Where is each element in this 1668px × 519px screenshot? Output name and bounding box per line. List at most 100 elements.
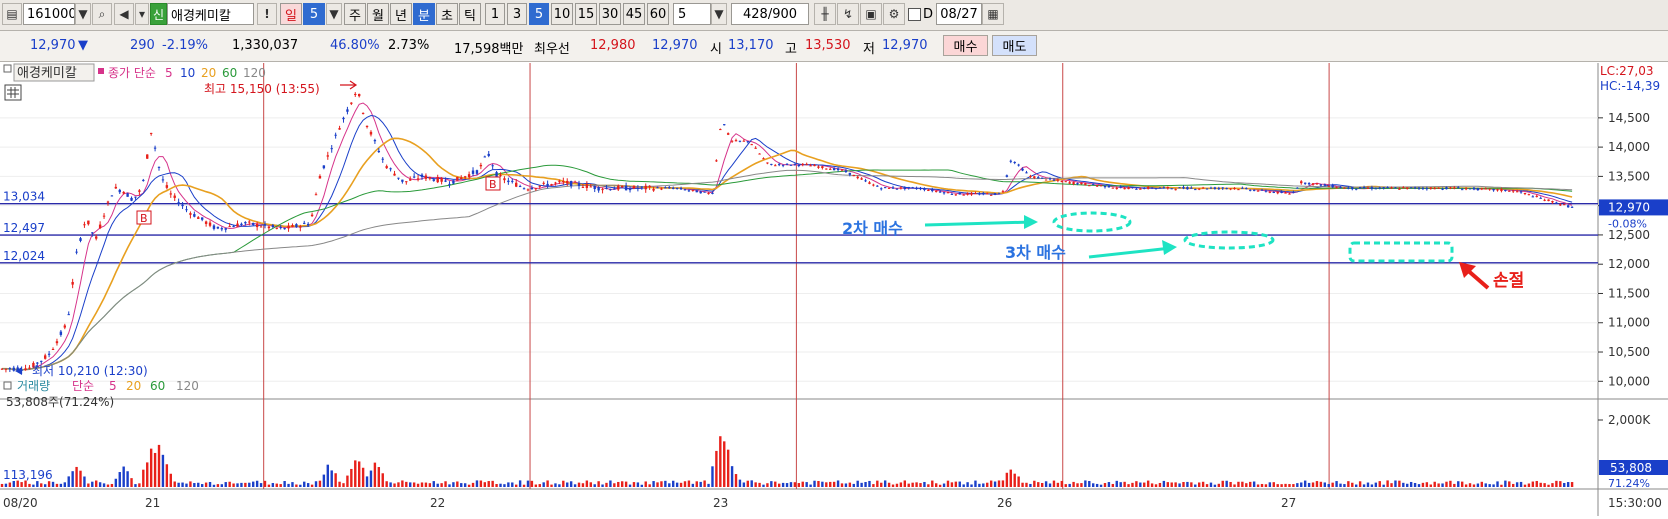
interval-45[interactable]: 45	[623, 3, 645, 25]
interval-15[interactable]: 15	[575, 3, 597, 25]
custom-interval-dropdown-icon[interactable]: ▼	[711, 3, 727, 25]
chart-area[interactable]: 애경케미칼 종가 단순 5 10 20 60 120 최고 15,150 (13…	[0, 63, 1668, 516]
candle-body	[114, 186, 118, 189]
candle-body	[4, 368, 8, 370]
candle-body	[432, 179, 435, 181]
interval-1[interactable]: 1	[485, 3, 505, 25]
interval-30[interactable]: 30	[599, 3, 621, 25]
alert-button[interactable]: !	[257, 3, 277, 25]
candle-body	[397, 177, 400, 179]
grid-toggle-icon[interactable]	[4, 84, 22, 101]
period-year-tab[interactable]: 년	[390, 3, 412, 25]
volume-bar	[679, 482, 683, 487]
volume-bar	[997, 480, 1001, 487]
custom-interval-input[interactable]: 5	[673, 3, 711, 25]
speaker-icon[interactable]: ◀	[114, 3, 134, 25]
candle-type-icon[interactable]: ╫	[814, 3, 836, 25]
candle-body	[1264, 190, 1268, 192]
volume-bar	[1205, 484, 1209, 487]
volume-bar	[47, 481, 51, 487]
volume-bar	[1339, 483, 1342, 487]
volume-bar	[511, 482, 514, 487]
vol-ma-5-legend: 5	[109, 379, 117, 393]
volume-bar	[903, 480, 907, 487]
x-label-26: 26	[997, 496, 1012, 510]
volume-bar	[809, 484, 812, 487]
candle-body	[153, 147, 157, 149]
candle-body	[805, 163, 808, 165]
volume-bar	[432, 481, 435, 487]
candle-body	[361, 112, 365, 114]
period-dropdown-icon[interactable]: ▼	[326, 3, 342, 25]
candle-body	[55, 341, 59, 344]
date-checkbox[interactable]	[908, 7, 921, 21]
interval-60[interactable]: 60	[647, 3, 669, 25]
candle-body	[958, 192, 961, 195]
volume-bar	[193, 483, 196, 487]
price-change: 290	[130, 38, 155, 53]
volume-bar	[1433, 481, 1436, 487]
candle-body	[793, 163, 797, 165]
candle-body	[1088, 185, 1091, 187]
ma-legend-marker	[98, 68, 104, 74]
period-second-tab[interactable]: 초	[436, 3, 458, 25]
candle-body	[891, 187, 895, 189]
volume-bar	[1143, 482, 1146, 487]
code-dropdown-icon[interactable]: ▼	[75, 3, 91, 25]
volume-bar	[1566, 482, 1570, 487]
candle-body	[919, 188, 922, 190]
volume-bar	[1033, 480, 1036, 487]
interval-3[interactable]: 3	[507, 3, 527, 25]
speaker-dropdown-icon[interactable]: ▾	[135, 3, 149, 25]
candle-body	[1453, 187, 1456, 189]
volume-bar	[1107, 482, 1111, 487]
search-icon[interactable]: ⌕	[92, 3, 112, 25]
period-day-tab[interactable]: 일	[280, 3, 302, 25]
period-day-count[interactable]: 5	[303, 3, 325, 25]
candle-body	[1370, 187, 1374, 189]
stock-name-field[interactable]: 애경케미칼	[167, 3, 254, 25]
volume-bar	[1351, 482, 1354, 487]
bar-count-field[interactable]: 428/900	[731, 3, 809, 25]
volume-bar	[754, 482, 757, 487]
volume-bar	[1539, 482, 1542, 487]
volume-bar	[365, 476, 369, 487]
candle-body	[1327, 185, 1330, 187]
volume-bar	[440, 483, 443, 487]
chart-menu-icon[interactable]: ▤	[2, 3, 22, 25]
candle-body	[821, 166, 824, 169]
ma-120-legend: 120	[243, 66, 266, 80]
candle-body	[1194, 189, 1197, 191]
volume-bar	[460, 483, 463, 487]
volume-bar	[1335, 481, 1338, 487]
stock-code-input[interactable]: 161000	[23, 3, 75, 25]
save-icon[interactable]: ▣	[860, 3, 882, 25]
period-week-tab[interactable]: 주	[344, 3, 366, 25]
volume-bar	[448, 484, 451, 487]
date-input[interactable]: 08/27	[936, 3, 982, 25]
candle-body	[1092, 183, 1095, 185]
calendar-icon[interactable]: ▦	[982, 3, 1004, 25]
change-percent: -2.19%	[162, 38, 208, 53]
date-toggle[interactable]: D	[908, 3, 936, 25]
y-tick-label: 14,000	[1608, 140, 1650, 154]
volume-bar	[149, 448, 153, 487]
period-minute-tab[interactable]: 분	[413, 3, 435, 25]
buy-button[interactable]: 매수	[943, 35, 988, 56]
price-chart-svg[interactable]: 애경케미칼 종가 단순 5 10 20 60 120 최고 15,150 (13…	[0, 63, 1668, 516]
indicator-icon[interactable]: ↯	[837, 3, 859, 25]
sell-button[interactable]: 매도	[992, 35, 1037, 56]
gear-icon[interactable]: ⚙	[883, 3, 905, 25]
high-label: 고	[785, 42, 797, 57]
volume-bar	[1398, 480, 1401, 487]
interval-5[interactable]: 5	[529, 3, 549, 25]
candle-body	[377, 150, 381, 153]
volume-bar	[597, 481, 600, 487]
interval-10[interactable]: 10	[551, 3, 573, 25]
period-month-tab[interactable]: 월	[367, 3, 389, 25]
period-tick-tab[interactable]: 틱	[459, 3, 481, 25]
volume-bar	[491, 480, 494, 487]
volume-bar	[899, 482, 903, 487]
candle-body	[566, 180, 569, 184]
candle-body	[1245, 188, 1248, 190]
